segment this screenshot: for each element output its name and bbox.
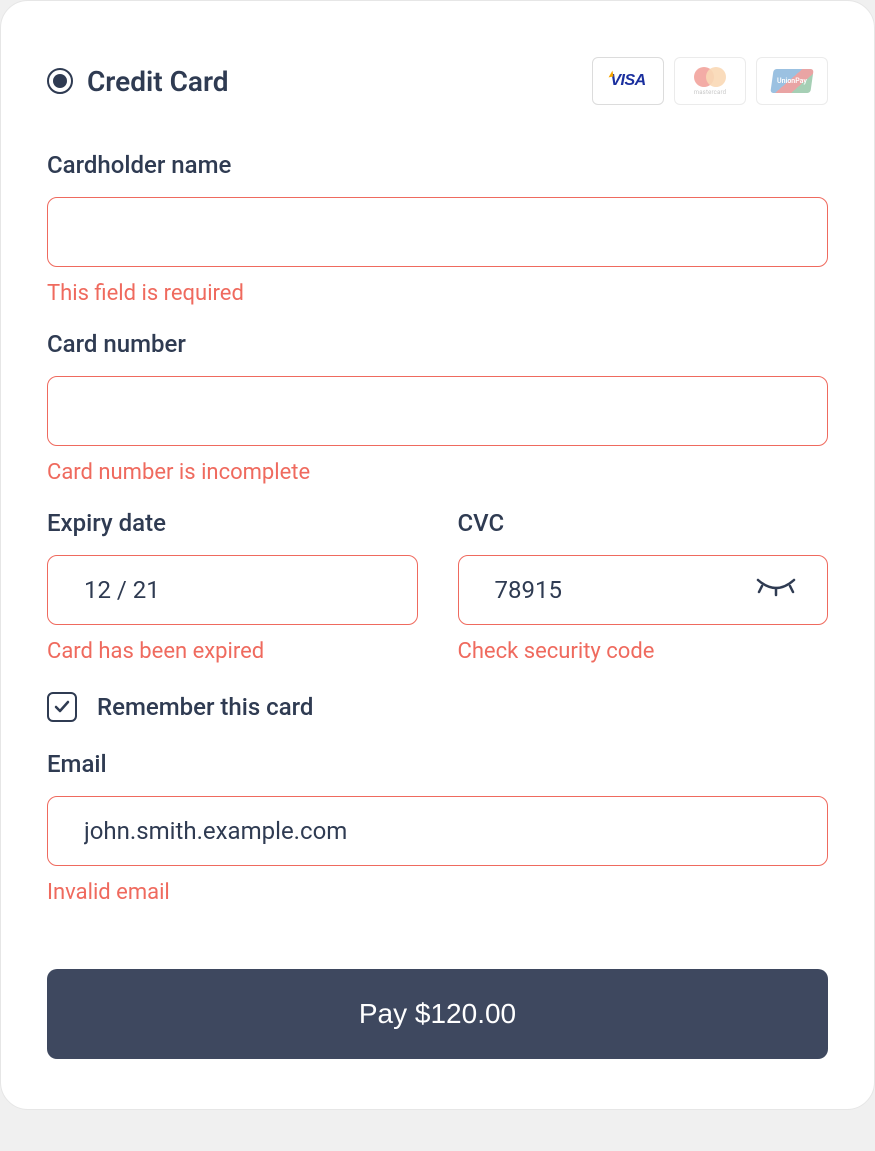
expiry-field: Expiry date Card has been expired [47,509,418,664]
check-icon [53,698,71,716]
payment-method-select[interactable]: Credit Card [47,65,229,98]
expiry-error: Card has been expired [47,639,418,664]
mastercard-icon: mastercard [694,67,727,96]
cardholder-input[interactable] [47,197,828,267]
payment-form: Credit Card VISA mastercard UnionPay [0,0,875,1110]
cardholder-error: This field is required [47,281,828,306]
visa-logo: VISA [592,57,664,105]
email-error: Invalid email [47,880,828,905]
cardnumber-field: Card number Card number is incomplete [47,330,828,485]
cardnumber-label: Card number [47,330,828,358]
cvc-label: CVC [458,509,829,537]
payment-method-label: Credit Card [87,65,229,98]
mastercard-logo: mastercard [674,57,746,105]
remember-label: Remember this card [97,693,313,721]
radio-dot [53,74,67,88]
email-input[interactable] [47,796,828,866]
cardholder-field: Cardholder name This field is required [47,151,828,306]
cvc-field: CVC Check security code [458,509,829,664]
card-brand-logos: VISA mastercard UnionPay [592,57,828,105]
remember-card-row[interactable]: Remember this card [47,692,828,722]
form-header: Credit Card VISA mastercard UnionPay [47,57,828,105]
email-label: Email [47,750,828,778]
cardnumber-input[interactable] [47,376,828,446]
remember-checkbox[interactable] [47,692,77,722]
cvc-error: Check security code [458,639,829,664]
pay-button[interactable]: Pay $120.00 [47,969,828,1059]
cardholder-label: Cardholder name [47,151,828,179]
email-field: Email Invalid email [47,750,828,905]
cvc-input[interactable] [458,555,829,625]
expiry-input[interactable] [47,555,418,625]
visa-icon: VISA [610,72,645,90]
unionpay-icon: UnionPay [770,69,813,93]
radio-selected[interactable] [47,68,73,94]
cardnumber-error: Card number is incomplete [47,460,828,485]
unionpay-logo: UnionPay [756,57,828,105]
expiry-label: Expiry date [47,509,418,537]
